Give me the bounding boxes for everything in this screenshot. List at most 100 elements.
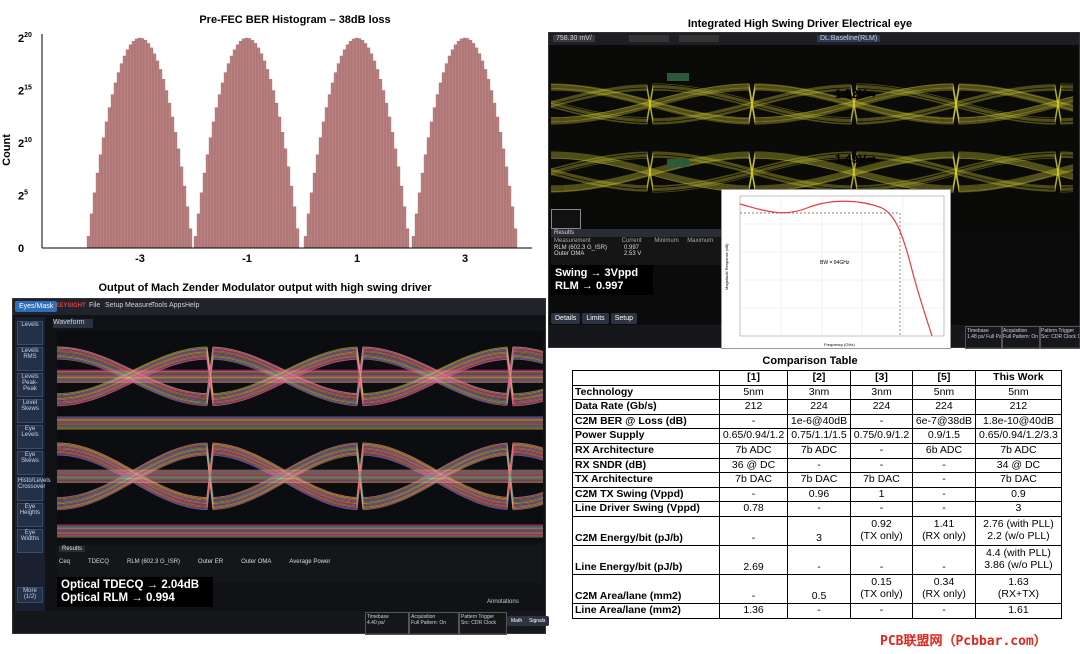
table-cell: - (849, 501, 914, 517)
eye-top-marker[interactable] (667, 159, 689, 167)
menu-help[interactable]: Help (185, 302, 199, 309)
histogram-bar (104, 121, 109, 249)
histogram-bar (164, 90, 169, 249)
sidebar-item-level-skews[interactable]: Level Skews (17, 399, 43, 423)
limits-button[interactable]: Limits (582, 313, 609, 324)
swing-overlay-text: Swing → 3Vppd (555, 267, 639, 279)
sidebar-item-eye-heights[interactable]: Eye Heights (17, 503, 43, 527)
eye-top-toolbar-btn[interactable] (629, 35, 669, 42)
waveform-tab[interactable]: Waveform (53, 319, 93, 328)
acquisition-status[interactable]: Acquisition Full Pattern: On Averaging: … (1001, 326, 1041, 349)
table-cell: 5nm (912, 384, 976, 401)
sidebar-item-eye-widths[interactable]: Eye Widths (17, 529, 43, 553)
histogram-bar (480, 60, 485, 249)
status-value: Src: CDR Clock (461, 620, 497, 626)
histogram-bar (330, 82, 335, 249)
eye-top-baseline-readout[interactable]: DL:Baseline(RLM) (817, 35, 881, 42)
menu-tools[interactable]: Tools (151, 302, 167, 309)
table-cell: 0.78 (718, 501, 789, 517)
eye-top-bottom-buttons: Details Limits Setup (551, 313, 637, 324)
histogram-bar (107, 107, 112, 249)
histogram-bar (486, 79, 491, 249)
histogram-bar (507, 185, 512, 249)
math-button[interactable]: Math (507, 616, 527, 626)
histogram-bar (98, 154, 103, 249)
histogram-bar (134, 38, 139, 249)
histogram-bar (441, 72, 446, 249)
eye-top-toolbar: 758.30 mV/ DL:Baseline(RLM) (549, 33, 1079, 45)
histogram-bar (513, 228, 518, 249)
table-cell: 0.96 (787, 486, 851, 503)
table-cell: 0.9 (974, 486, 1063, 503)
table-cell: 7b DAC (974, 472, 1063, 488)
histogram-ytick-label: 215 (18, 85, 32, 98)
histogram-bar (354, 37, 359, 249)
table-cell: 2.69 (718, 544, 789, 575)
timebase-status[interactable]: Timebase 1.48 ps/ Full Pattern: On (965, 326, 1003, 349)
menu-apps[interactable]: Apps (169, 302, 185, 309)
histogram-bar (176, 148, 181, 249)
histogram-bar (155, 60, 160, 249)
histogram-bar (256, 47, 261, 249)
menu-file[interactable]: File (89, 302, 100, 309)
histogram-bar (306, 213, 311, 249)
table-cell: - (849, 457, 914, 474)
eye-top-results-tab[interactable]: Results (551, 229, 723, 237)
sidebar-item-eye-levels[interactable]: Eye Levels (17, 425, 43, 449)
table-row-header: Line Area/lane (mm2) (572, 602, 720, 619)
table-cell: 3 (787, 515, 851, 546)
eye-top-toolbar-btn[interactable] (679, 35, 719, 42)
table-cell: - (912, 486, 976, 503)
histogram-bar (405, 228, 410, 249)
menu-setup[interactable]: Setup (105, 302, 123, 309)
sidebar-more-button[interactable]: More (1/2) (17, 587, 43, 603)
menu-measure[interactable]: Measure (125, 302, 152, 309)
timebase-status[interactable]: Timebase 4.40 ps/ (365, 612, 409, 635)
eye-top-scale-readout[interactable]: 758.30 mV/ (553, 35, 595, 42)
signals-button[interactable]: Signals (525, 616, 550, 626)
histogram-bar (456, 41, 461, 249)
optical-eye-diagram (57, 331, 543, 543)
histogram-bar (345, 44, 350, 249)
eye-bottom-title: Output of Mach Zender Modulator output w… (98, 282, 432, 294)
histogram-bar (327, 94, 332, 249)
sidebar-item-eye-skews[interactable]: Eye Skews (17, 451, 43, 475)
table-cell: 224 (849, 399, 914, 415)
eye-top-marker[interactable] (667, 73, 689, 81)
tdecq-overlay-text: Optical TDECQ → 2.04dB (61, 579, 200, 591)
details-button[interactable]: Details (551, 313, 581, 324)
histogram-bar (241, 38, 246, 249)
eye-bottom-results-tab[interactable]: Results (59, 546, 86, 552)
sidebar-item-levels-pp[interactable]: Levels Peak-Peak (17, 373, 43, 397)
table-cell: - (718, 413, 789, 430)
table-cell: - (912, 457, 976, 474)
table-cell: - (718, 573, 789, 604)
histogram-bar (179, 166, 184, 249)
histogram-bar (214, 107, 219, 249)
table-cell: 1.36 (718, 602, 789, 619)
histogram-bar (333, 72, 338, 249)
histogram-bar (369, 53, 374, 249)
pattern-trigger-status[interactable]: Pattern Trigger Src: CDR Clock 1 PRBS 13… (1039, 326, 1080, 349)
meas-header: Minimum (654, 238, 679, 244)
sidebar-item-levels[interactable]: Levels (17, 321, 43, 345)
sidebar-item-levels-rms[interactable]: Levels RMS (17, 347, 43, 371)
histogram-bar (420, 172, 425, 249)
eyes-mask-button[interactable]: Eyes/Mask (15, 301, 58, 312)
pattern-trigger-status[interactable]: Pattern Trigger Src: CDR Clock (459, 612, 507, 635)
histogram-bar (411, 236, 416, 249)
histogram-bar (247, 38, 252, 249)
setup-button[interactable]: Setup (610, 313, 637, 324)
table-cell: 224 (912, 399, 976, 415)
histogram-bar (462, 37, 467, 249)
sidebar-item-crossover[interactable]: Histo/Levels Crossover (17, 477, 51, 501)
acquisition-status[interactable]: Acquisition Full Pattern: On (409, 612, 459, 635)
eye-thumbnail[interactable] (551, 209, 581, 229)
table-cell: 3nm (787, 384, 851, 401)
table-cell: - (787, 544, 851, 575)
histogram-bar (95, 172, 100, 249)
arrow-right-icon: ➡ (866, 152, 877, 166)
annotations-toggle[interactable]: Annotations (487, 599, 519, 605)
histogram-bar (268, 79, 273, 249)
histogram-bar (220, 82, 225, 249)
